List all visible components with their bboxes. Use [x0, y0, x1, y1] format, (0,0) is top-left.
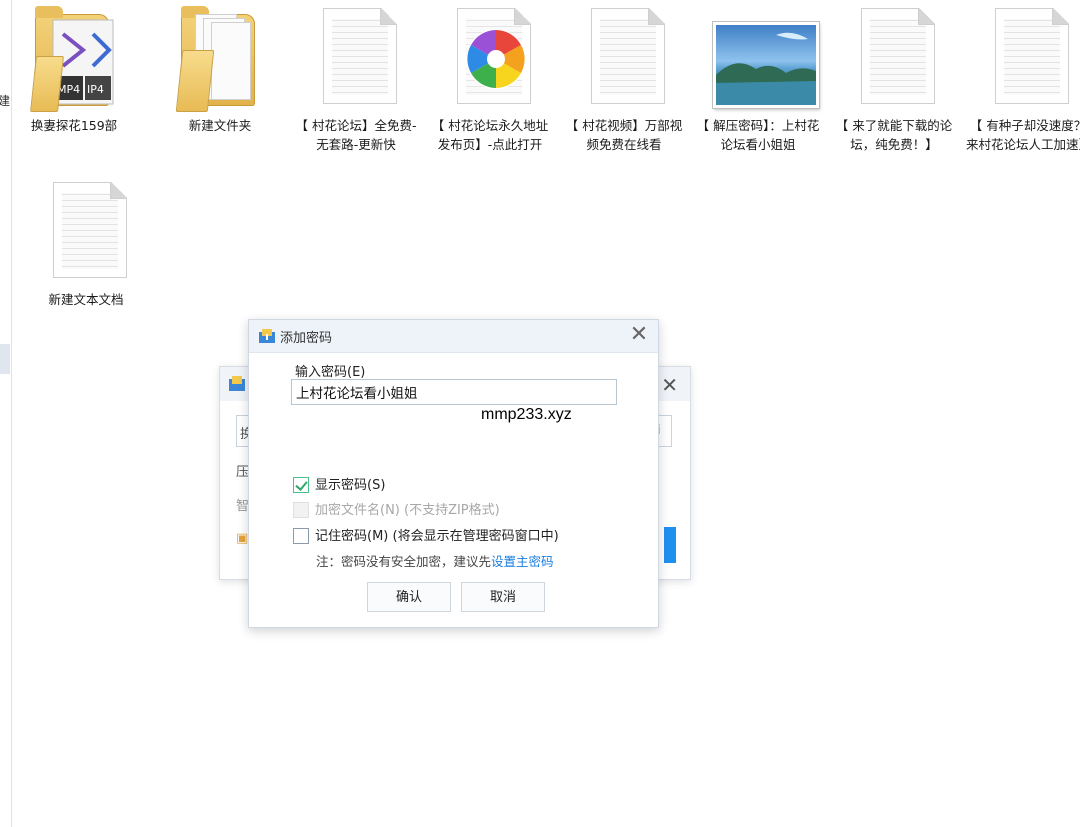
file-name: 新建文件夹 — [188, 118, 252, 133]
security-note: 注：密码没有安全加密，建议先设置主密码 — [316, 551, 554, 570]
video-folder-icon: MP4 IP4 — [19, 4, 129, 112]
note-text: 注：密码没有安全加密，建议先 — [316, 554, 492, 569]
dialog-title: 添加密码 — [280, 331, 333, 346]
file-name: 【 村花视频】万部视频免费在线看 — [565, 118, 683, 152]
close-button[interactable]: ✕ — [626, 323, 652, 349]
file-item-doc-3[interactable]: 【 来了就能下载的论坛，纯免费！】 — [826, 4, 962, 154]
file-item-web-shortcut[interactable]: 【 村花论坛永久地址发布页】-点此打开 — [422, 4, 558, 154]
file-item-image[interactable]: 【 解压密码】：上村花论坛看小姐姐 — [690, 4, 826, 154]
file-item-doc-1[interactable]: 【 村花论坛】全免费-无套路-更新快 — [288, 4, 424, 154]
password-label: 输入密码(E) — [295, 365, 366, 380]
document-icon — [973, 4, 1080, 112]
file-item-video-folder[interactable]: MP4 IP4 换妻探花159部 — [6, 4, 142, 135]
file-name: 【 有种子却没速度？来村花论坛人工加速】 — [966, 118, 1080, 152]
lock-icon: ▣ — [236, 531, 249, 546]
file-name: 【 村花论坛】全免费-无套路-更新快 — [295, 118, 417, 152]
file-name: 【 解压密码】：上村花论坛看小姐姐 — [696, 118, 820, 152]
checkbox-checked-icon[interactable] — [293, 477, 309, 493]
encrypt-filenames-checkbox: 加密文件名(N) (不支持ZIP格式) — [293, 499, 500, 518]
browser-logo-icon — [466, 29, 526, 89]
text-document-icon — [31, 178, 141, 286]
file-item-doc-4[interactable]: 【 有种子却没速度？来村花论坛人工加速】 — [960, 4, 1080, 154]
archive-icon — [229, 376, 245, 391]
file-name: 【 村花论坛永久地址发布页】-点此打开 — [431, 118, 549, 152]
background-dialog-close-icon[interactable]: ✕ — [661, 373, 678, 397]
document-icon — [301, 4, 411, 112]
file-item-new-text-doc[interactable]: 新建文本文档 — [18, 178, 154, 309]
cancel-button[interactable]: 取消 — [461, 582, 545, 612]
image-thumbnail — [703, 4, 819, 112]
password-input[interactable] — [291, 379, 617, 405]
svg-text:IP4: IP4 — [87, 83, 104, 96]
document-icon — [839, 4, 949, 112]
file-item-new-folder[interactable]: 新建文件夹 — [152, 4, 288, 135]
watermark-text: mmp233.xyz — [481, 406, 572, 423]
checkbox-disabled-icon — [293, 502, 309, 518]
remember-password-label: 记住密码(M) (将会显示在管理密码窗口中) — [315, 529, 559, 544]
encrypt-filenames-label: 加密文件名(N) (不支持ZIP格式) — [315, 503, 500, 518]
landscape-image — [716, 32, 816, 105]
nav-pane-selection[interactable] — [0, 344, 10, 374]
background-dialog-primary-button[interactable] — [664, 527, 676, 563]
show-password-label: 显示密码(S) — [315, 478, 386, 493]
show-password-checkbox[interactable]: 显示密码(S) — [293, 474, 385, 493]
web-shortcut-icon — [435, 4, 545, 112]
file-item-doc-2[interactable]: 【 村花视频】万部视频免费在线看 — [556, 4, 692, 154]
archive-icon — [259, 329, 275, 343]
document-icon — [569, 4, 679, 112]
set-master-password-link[interactable]: 设置主密码 — [491, 554, 554, 569]
file-name: 新建文本文档 — [48, 292, 124, 307]
confirm-button[interactable]: 确认 — [367, 582, 451, 612]
file-name: 换妻探花159部 — [30, 118, 118, 133]
dialog-titlebar: 添加密码 ✕ — [249, 320, 658, 353]
file-name: 【 来了就能下载的论坛，纯免费！】 — [835, 118, 953, 152]
folder-icon — [165, 4, 275, 112]
add-password-dialog: 添加密码 ✕ 输入密码(E) mmp233.xyz 显示密码(S) 加密文件名(… — [248, 319, 659, 628]
remember-password-checkbox[interactable]: 记住密码(M) (将会显示在管理密码窗口中) — [293, 525, 559, 544]
checkbox-unchecked-icon[interactable] — [293, 528, 309, 544]
